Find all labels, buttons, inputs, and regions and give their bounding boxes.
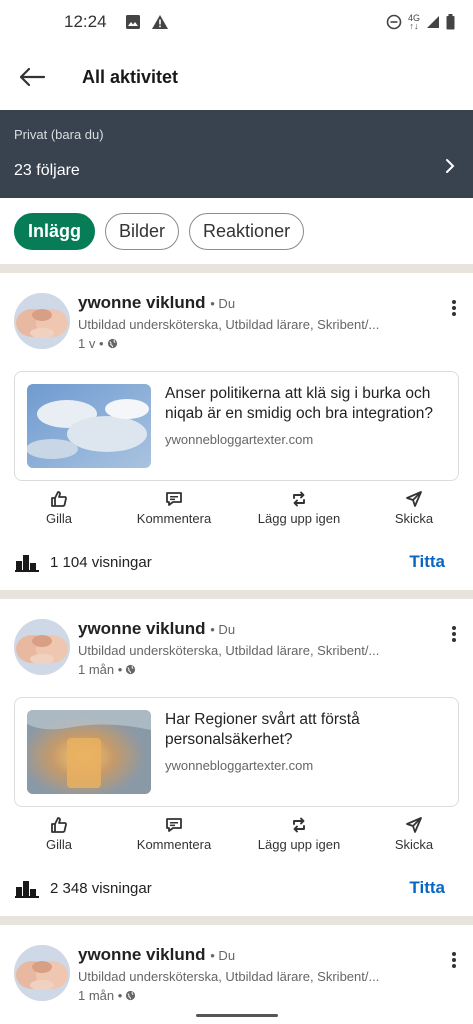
repost-button[interactable]: Lägg upp igen — [244, 815, 354, 852]
repost-button[interactable]: Lägg upp igen — [244, 489, 354, 526]
divider — [0, 590, 473, 599]
privacy-label: Privat (bara du) — [14, 127, 104, 142]
author-name[interactable]: ywonne viklund • Du — [78, 619, 379, 639]
post-item: ywonne viklund • Du Utbildad undersköter… — [0, 599, 473, 916]
you-badge: • Du — [210, 296, 236, 311]
thumbs-up-icon — [51, 817, 67, 833]
chevron-right-icon — [446, 159, 455, 173]
battery-icon — [446, 14, 455, 30]
send-button[interactable]: Skicka — [369, 815, 459, 852]
comment-button[interactable]: Kommentera — [119, 489, 229, 526]
author-headline: Utbildad undersköterska, Utbildad lärare… — [78, 643, 380, 658]
more-options-icon[interactable] — [451, 625, 457, 643]
view-analytics-button[interactable]: Titta — [409, 552, 445, 572]
repost-icon — [293, 491, 305, 507]
avatar[interactable] — [14, 945, 70, 1001]
link-title: Har Regioner svårt att förstå personalsä… — [165, 711, 360, 748]
link-thumbnail — [27, 384, 151, 468]
comment-icon — [166, 492, 182, 506]
author-headline: Utbildad undersköterska, Utbildad lärare… — [78, 969, 380, 984]
warning-icon — [151, 15, 168, 29]
status-time: 12:24 — [64, 12, 107, 31]
signal-icon — [427, 16, 439, 28]
view-analytics-button[interactable]: Titta — [409, 878, 445, 898]
post-item: ywonne viklund • Du Utbildad undersköter… — [0, 273, 473, 590]
filter-posts-chip[interactable]: Inlägg — [14, 212, 95, 250]
do-not-disturb-icon — [386, 14, 402, 30]
views-count: 1 104 visningar — [50, 553, 152, 571]
post-time: 1 v • — [78, 336, 379, 351]
link-preview-card[interactable]: Anser politikerna att klä sig i burka oc… — [14, 371, 459, 481]
link-title: Anser politikerna att klä sig i burka oc… — [165, 385, 433, 422]
link-domain: ywonnebloggartexter.com — [165, 758, 314, 773]
divider — [0, 916, 473, 925]
network-type: 4G ↑↓ — [407, 13, 420, 31]
arrow-left-icon — [19, 67, 46, 87]
filter-images-chip[interactable]: Bilder — [105, 212, 180, 250]
followers-banner[interactable]: Privat (bara du) 23 följare — [0, 110, 473, 198]
like-button[interactable]: Gilla — [14, 489, 104, 526]
like-button[interactable]: Gilla — [14, 815, 104, 852]
post-time: 1 mån • — [78, 988, 379, 1003]
top-bar: All aktivitet — [0, 44, 473, 110]
more-options-icon[interactable] — [451, 299, 457, 317]
gallery-icon — [125, 15, 140, 29]
you-badge: • Du — [210, 622, 236, 637]
system-navigation-bar — [0, 1008, 473, 1024]
thumbs-up-icon — [51, 491, 67, 507]
comment-button[interactable]: Kommentera — [119, 815, 229, 852]
repost-icon — [293, 817, 305, 833]
comment-icon — [166, 818, 182, 832]
post-time: 1 mån • — [78, 662, 379, 677]
followers-count: 23 följare — [14, 162, 80, 179]
back-button[interactable] — [0, 44, 64, 110]
link-domain: ywonnebloggartexter.com — [165, 432, 314, 447]
views-row: 2 348 visningar Titta — [14, 860, 459, 916]
divider — [0, 264, 473, 273]
send-button[interactable]: Skicka — [369, 489, 459, 526]
post-actions: Gilla Kommentera Lägg upp igen Skicka — [14, 489, 459, 526]
home-gesture-handle[interactable] — [196, 1014, 278, 1017]
you-badge: • Du — [210, 948, 236, 963]
more-options-icon[interactable] — [451, 951, 457, 969]
send-icon — [406, 491, 422, 507]
status-bar: 12:24 4G ↑↓ — [0, 0, 473, 44]
avatar[interactable] — [14, 619, 70, 675]
bar-chart-icon — [15, 881, 39, 898]
send-icon — [406, 817, 422, 833]
avatar[interactable] — [14, 293, 70, 349]
globe-icon — [126, 664, 136, 675]
globe-icon — [107, 338, 117, 349]
globe-icon — [126, 990, 136, 1001]
author-name[interactable]: ywonne viklund • Du — [78, 945, 379, 965]
bar-chart-icon — [15, 555, 39, 572]
author-name[interactable]: ywonne viklund • Du — [78, 293, 379, 313]
author-headline: Utbildad undersköterska, Utbildad lärare… — [78, 317, 380, 332]
views-row: 1 104 visningar Titta — [14, 534, 459, 590]
views-count: 2 348 visningar — [50, 879, 152, 897]
filter-reactions-chip[interactable]: Reaktioner — [189, 212, 305, 250]
filter-chips: Inlägg Bilder Reaktioner — [0, 198, 473, 264]
link-thumbnail — [27, 710, 151, 794]
post-actions: Gilla Kommentera Lägg upp igen Skicka — [14, 815, 459, 852]
page-title: All aktivitet — [82, 66, 179, 87]
link-preview-card[interactable]: Har Regioner svårt att förstå personalsä… — [14, 697, 459, 807]
